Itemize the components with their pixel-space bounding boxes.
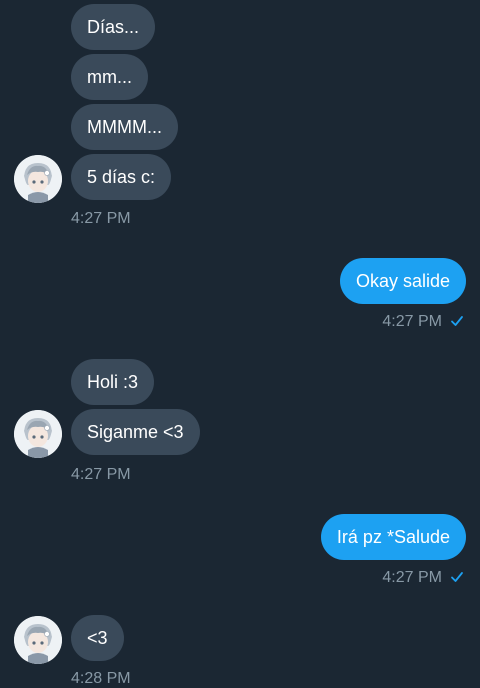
outgoing-message-bubble[interactable]: Irá pz *Salude (320, 514, 466, 560)
incoming-message-bubble[interactable]: Siganme <3 (71, 409, 200, 455)
avatar-image-icon (14, 155, 62, 203)
message-timestamp: 4:27 PM (382, 313, 442, 330)
avatar[interactable] (14, 616, 62, 664)
incoming-message-bubble[interactable]: <3 (71, 615, 124, 661)
message-timestamp-row: 4:27 PM (382, 313, 464, 333)
outgoing-message-bubble[interactable]: Okay salide (339, 258, 466, 304)
avatar[interactable] (14, 155, 62, 203)
check-icon (450, 570, 464, 589)
avatar-image-icon (14, 616, 62, 664)
incoming-message-bubble[interactable]: Holi :3 (71, 359, 155, 405)
incoming-message-bubble[interactable]: MMMM... (71, 104, 178, 150)
message-timestamp: 4:27 PM (71, 210, 131, 227)
check-icon (450, 314, 464, 333)
avatar-image-icon (14, 410, 62, 458)
message-timestamp: 4:28 PM (71, 670, 131, 687)
message-timestamp: 4:27 PM (71, 466, 131, 483)
message-timestamp-row: 4:27 PM (382, 569, 464, 589)
incoming-message-bubble[interactable]: 5 días c: (71, 154, 172, 200)
incoming-message-bubble[interactable]: Días... (71, 4, 156, 50)
incoming-message-bubble[interactable]: mm... (71, 54, 148, 100)
avatar[interactable] (14, 410, 62, 458)
message-timestamp: 4:27 PM (382, 569, 442, 586)
